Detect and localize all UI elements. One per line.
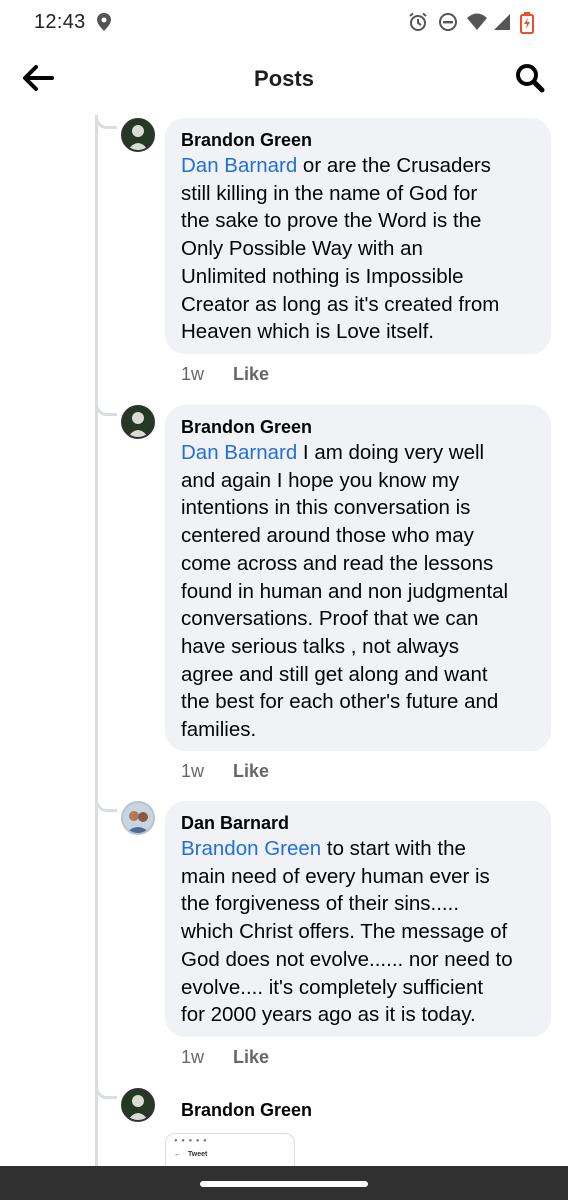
alarm-icon [408, 12, 428, 32]
comment-body: or are the Crusaders still killing in th… [181, 154, 500, 344]
avatar[interactable] [121, 118, 155, 152]
comment-author[interactable]: Brandon Green [181, 1098, 312, 1122]
like-button[interactable]: Like [233, 1047, 269, 1067]
page-title: Posts [254, 66, 314, 91]
thread-connector [95, 115, 117, 129]
battery-icon [520, 12, 540, 34]
mention-link[interactable]: Dan Barnard [181, 154, 297, 177]
embed-title: Tweet [188, 1151, 208, 1158]
comment-timestamp[interactable]: 1w [181, 364, 204, 384]
embed-status-icons: ● ● ● ● ● [174, 1138, 208, 1144]
thread-line [95, 116, 98, 1166]
signal-icon [492, 12, 512, 32]
app-bar: Posts [0, 46, 568, 116]
comment-bubble: Brandon Green Dan Barnard I am doing ver… [165, 405, 551, 751]
avatar[interactable] [121, 1088, 155, 1122]
comment-timestamp[interactable]: 1w [181, 1047, 204, 1067]
comment-text: Dan Barnard I am doing very well and aga… [181, 439, 535, 744]
search-icon [515, 63, 545, 98]
comment-bubble: Dan Barnard Brandon Green to start with … [165, 801, 551, 1037]
comment-author[interactable]: Brandon Green [181, 415, 535, 439]
comment-author[interactable]: Dan Barnard [181, 811, 535, 835]
do-not-disturb-icon [438, 12, 458, 32]
comment-bubble: Brandon Green Dan Barnard or are the Cru… [165, 118, 551, 354]
comment-actions: 1w Like [181, 761, 269, 782]
mention-link[interactable]: Brandon Green [181, 837, 321, 860]
system-nav-bar [0, 1166, 568, 1200]
comment-actions: 1w Like [181, 364, 269, 385]
comment-actions: 1w Like [181, 1047, 269, 1068]
status-time: 12:43 [34, 11, 86, 33]
thread-connector [95, 798, 117, 812]
comment-text: Brandon Green to start with the main nee… [181, 835, 535, 1029]
thread-connector [95, 1085, 117, 1099]
like-button[interactable]: Like [233, 364, 269, 384]
avatar[interactable] [121, 801, 155, 835]
status-bar: 12:43 [0, 0, 568, 46]
comment-timestamp[interactable]: 1w [181, 761, 204, 781]
comment-text: Dan Barnard or are the Crusaders still k… [181, 152, 535, 346]
comment-body: I am doing very well and again I hope yo… [181, 441, 509, 742]
search-button[interactable] [508, 58, 552, 102]
arrow-left-icon: ← [174, 1151, 181, 1158]
like-button[interactable]: Like [233, 761, 269, 781]
comment-author[interactable]: Brandon Green [181, 128, 535, 152]
comment-body: to start with the main need of every hum… [181, 837, 513, 1027]
mention-link[interactable]: Dan Barnard [181, 441, 297, 464]
home-gesture-handle[interactable] [200, 1181, 368, 1187]
avatar[interactable] [121, 405, 155, 439]
wifi-icon [466, 12, 487, 32]
thread-connector [95, 402, 117, 416]
location-icon [94, 12, 114, 32]
